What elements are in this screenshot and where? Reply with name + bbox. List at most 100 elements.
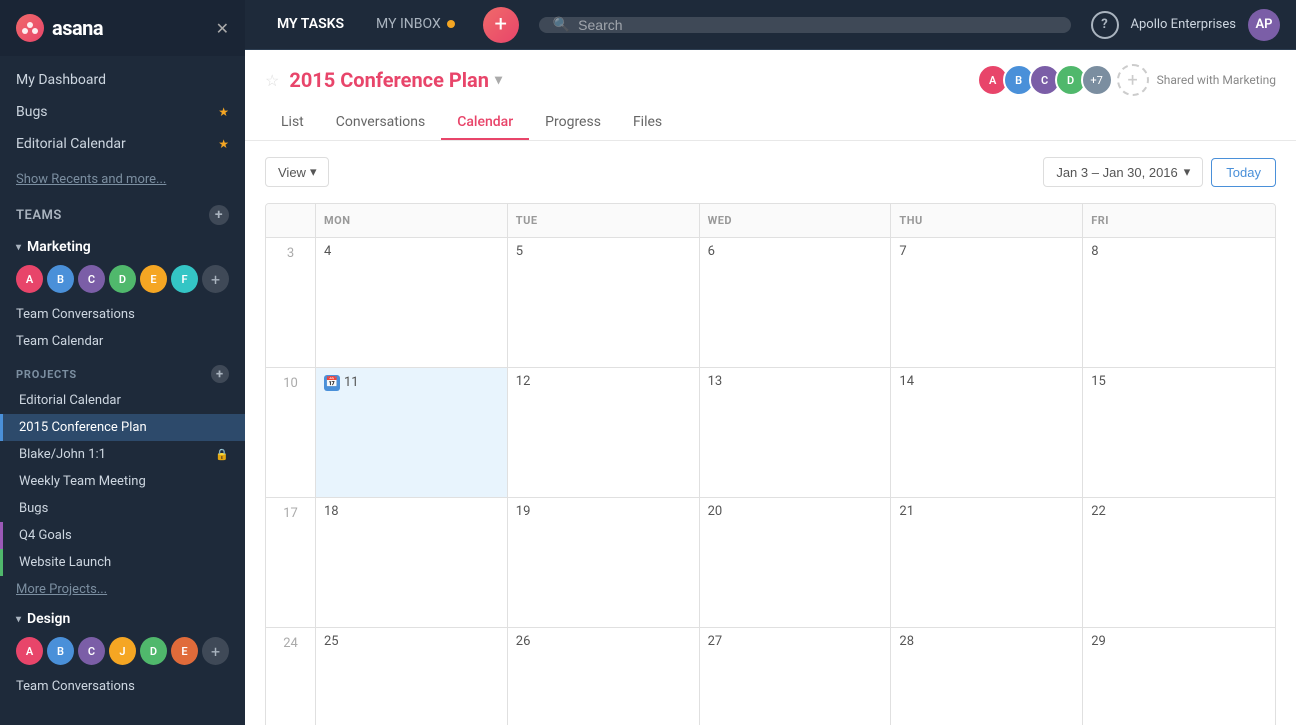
asana-logo: asana bbox=[16, 14, 103, 42]
day-number: 15 bbox=[1091, 374, 1106, 389]
design-chevron-icon: ▾ bbox=[16, 614, 21, 625]
avatar[interactable]: B bbox=[47, 265, 74, 293]
day-number: 4 bbox=[324, 244, 331, 259]
project-item-weekly-meeting[interactable]: Weekly Team Meeting bbox=[0, 468, 245, 495]
avatar[interactable]: C bbox=[78, 265, 105, 293]
calendar-day-cell[interactable]: 📅 11 bbox=[316, 368, 508, 497]
day-number: 28 bbox=[899, 634, 914, 649]
calendar-day-cell[interactable]: 14 bbox=[891, 368, 1083, 497]
project-item-conference-plan[interactable]: 2015 Conference Plan bbox=[0, 414, 245, 441]
topbar-right: ? Apollo Enterprises AP bbox=[1091, 9, 1280, 41]
calendar-day-cell[interactable]: 25 bbox=[316, 628, 508, 725]
calendar-day-cell[interactable]: 7 bbox=[891, 238, 1083, 367]
day-number: 6 bbox=[708, 244, 715, 259]
calendar-day-cell[interactable]: 15 bbox=[1083, 368, 1275, 497]
help-button[interactable]: ? bbox=[1091, 11, 1119, 39]
company-name: Apollo Enterprises bbox=[1131, 17, 1236, 32]
avatar[interactable]: F bbox=[171, 265, 198, 293]
event-dot: 📅 bbox=[324, 375, 340, 391]
sidebar-item-bugs[interactable]: Bugs ★ bbox=[0, 96, 245, 128]
tab-progress[interactable]: Progress bbox=[529, 106, 617, 140]
calendar-day-cell[interactable]: 26 bbox=[508, 628, 700, 725]
week-num-header bbox=[266, 204, 316, 237]
add-design-member-button[interactable]: + bbox=[202, 637, 229, 665]
team-conversations-link[interactable]: Team Conversations bbox=[0, 301, 245, 328]
avatar[interactable]: J bbox=[109, 637, 136, 665]
calendar-day-cell[interactable]: 22 bbox=[1083, 498, 1275, 627]
calendar-week-row: 10 📅 11 12 13 14 15 bbox=[266, 368, 1275, 498]
team-marketing[interactable]: ▾ Marketing bbox=[0, 231, 245, 259]
add-team-button[interactable]: + bbox=[209, 205, 229, 225]
tab-conversations[interactable]: Conversations bbox=[320, 106, 441, 140]
date-range-button[interactable]: Jan 3 – Jan 30, 2016 ▾ bbox=[1043, 157, 1203, 187]
calendar-day-cell[interactable]: 20 bbox=[700, 498, 892, 627]
calendar-day-cell[interactable]: 12 bbox=[508, 368, 700, 497]
design-name: Design bbox=[27, 611, 70, 627]
avatar[interactable]: A bbox=[16, 637, 43, 665]
avatar[interactable]: D bbox=[140, 637, 167, 665]
close-icon[interactable]: ✕ bbox=[216, 19, 229, 38]
user-avatar[interactable]: AP bbox=[1248, 9, 1280, 41]
more-projects-link[interactable]: More Projects... bbox=[0, 576, 245, 603]
calendar-day-cell[interactable]: 8 bbox=[1083, 238, 1275, 367]
design-avatars: A B C J D E + bbox=[0, 631, 245, 673]
calendar-day-cell[interactable]: 29 bbox=[1083, 628, 1275, 725]
week-number: 3 bbox=[266, 238, 316, 367]
team-calendar-link[interactable]: Team Calendar bbox=[0, 328, 245, 355]
add-member-button[interactable]: + bbox=[202, 265, 229, 293]
project-title-chevron-icon[interactable]: ▾ bbox=[495, 72, 502, 88]
date-range-chevron-icon: ▾ bbox=[1184, 164, 1191, 180]
day-number: 22 bbox=[1091, 504, 1106, 519]
calendar-day-cell[interactable]: 6 bbox=[700, 238, 892, 367]
avatar[interactable]: E bbox=[140, 265, 167, 293]
calendar-day-cell[interactable]: 28 bbox=[891, 628, 1083, 725]
avatar[interactable]: B bbox=[47, 637, 74, 665]
avatar[interactable]: E bbox=[171, 637, 198, 665]
project-label: Bugs bbox=[19, 501, 48, 516]
calendar-area: View ▾ Jan 3 – Jan 30, 2016 ▾ Today MON … bbox=[245, 141, 1296, 725]
calendar-day-cell[interactable]: 13 bbox=[700, 368, 892, 497]
search-bar[interactable]: 🔍 bbox=[539, 17, 1071, 33]
avatar[interactable]: D bbox=[109, 265, 136, 293]
calendar-day-cell[interactable]: 4 bbox=[316, 238, 508, 367]
shared-with-text: Shared with Marketing bbox=[1157, 73, 1276, 87]
my-inbox-tab[interactable]: MY INBOX bbox=[360, 0, 471, 49]
my-tasks-tab[interactable]: MY TASKS bbox=[261, 0, 360, 49]
day-number: 26 bbox=[516, 634, 531, 649]
logo-text: asana bbox=[52, 16, 103, 40]
calendar-day-cell[interactable]: 21 bbox=[891, 498, 1083, 627]
sidebar-item-dashboard[interactable]: My Dashboard bbox=[0, 64, 245, 96]
calendar-day-cell[interactable]: 5 bbox=[508, 238, 700, 367]
add-project-member-button[interactable]: + bbox=[1117, 64, 1149, 96]
team-design[interactable]: ▾ Design bbox=[0, 603, 245, 631]
project-item-q4goals[interactable]: Q4 Goals bbox=[0, 522, 245, 549]
day-number: 13 bbox=[708, 374, 723, 389]
project-item-bugs[interactable]: Bugs bbox=[0, 495, 245, 522]
project-item-blake-john[interactable]: Blake/John 1:1 🔒 bbox=[0, 441, 245, 468]
day-number: 📅 11 bbox=[324, 375, 359, 391]
tab-files[interactable]: Files bbox=[617, 106, 678, 140]
today-button[interactable]: Today bbox=[1211, 158, 1276, 187]
sidebar-item-editorial[interactable]: Editorial Calendar ★ bbox=[0, 128, 245, 160]
quick-add-button[interactable]: + bbox=[483, 7, 519, 43]
project-item-website-launch[interactable]: Website Launch bbox=[0, 549, 245, 576]
design-conversations-link[interactable]: Team Conversations bbox=[0, 673, 245, 700]
project-star-icon[interactable]: ☆ bbox=[265, 71, 279, 90]
view-button[interactable]: View ▾ bbox=[265, 157, 329, 187]
day-number: 5 bbox=[516, 244, 523, 259]
project-label: Blake/John 1:1 bbox=[19, 447, 106, 462]
avatar[interactable]: C bbox=[78, 637, 105, 665]
calendar-day-cell[interactable]: 19 bbox=[508, 498, 700, 627]
calendar-day-cell[interactable]: 27 bbox=[700, 628, 892, 725]
show-recents-link[interactable]: Show Recents and more... bbox=[0, 168, 245, 195]
avatar[interactable]: A bbox=[16, 265, 43, 293]
project-item-editorial-cal[interactable]: Editorial Calendar bbox=[0, 387, 245, 414]
add-project-button[interactable]: + bbox=[211, 365, 229, 383]
tab-list[interactable]: List bbox=[265, 106, 320, 140]
lock-icon: 🔒 bbox=[215, 448, 229, 461]
search-input[interactable] bbox=[578, 17, 1056, 33]
tab-calendar[interactable]: Calendar bbox=[441, 106, 529, 140]
member-count-badge[interactable]: +7 bbox=[1081, 64, 1113, 96]
calendar-day-cell[interactable]: 18 bbox=[316, 498, 508, 627]
project-title-row: ☆ 2015 Conference Plan ▾ A B C D +7 + Sh… bbox=[265, 64, 1276, 96]
